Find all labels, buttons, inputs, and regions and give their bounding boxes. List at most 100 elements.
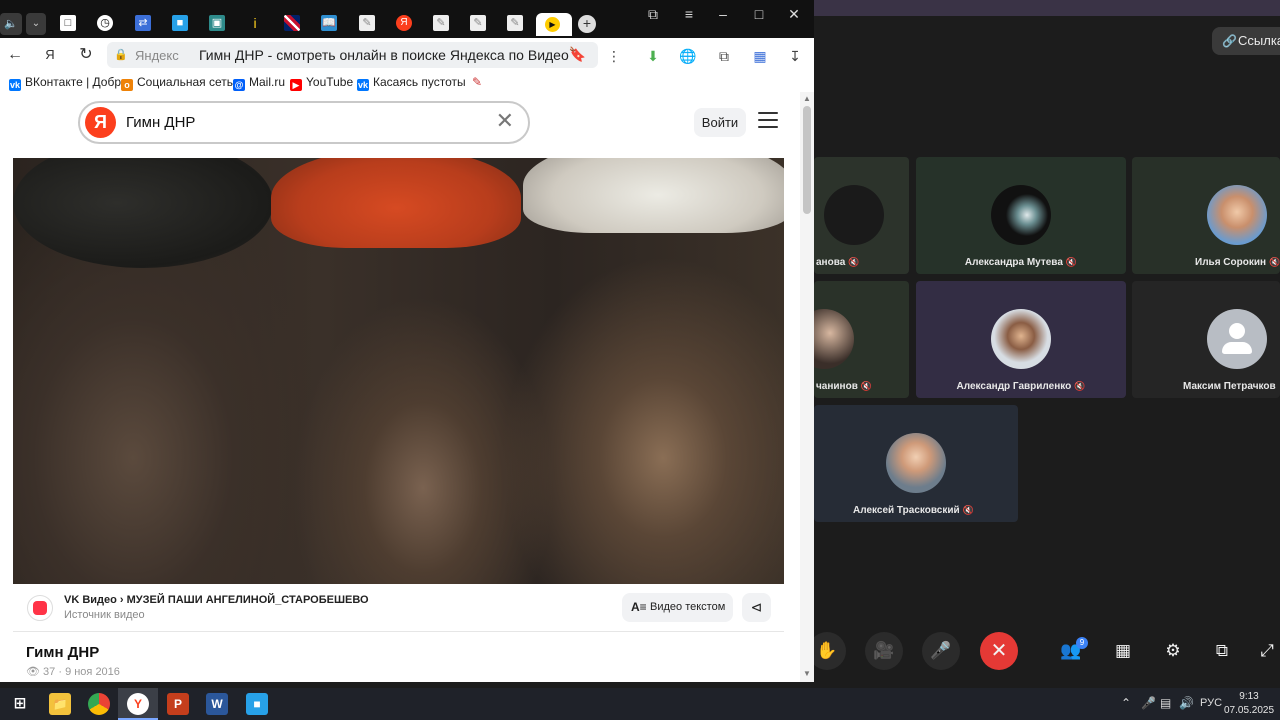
reload-button[interactable]: ↻ (77, 46, 95, 64)
fullscreen-button[interactable]: ⤢ (1254, 632, 1280, 670)
omnibox[interactable]: 🔒 Яндекс Гимн ДНР - смотреть онлайн в по… (107, 42, 598, 68)
video-source-title[interactable]: VK Видео › МУЗЕЙ ПАШИ АНГЕЛИНОЙ_СТАРОБЕШ… (64, 594, 369, 606)
share-button[interactable]: ⊲ (742, 593, 771, 622)
powerpoint-icon[interactable]: P (167, 693, 189, 715)
video-date: 9 ноя 2016 (65, 666, 120, 678)
settings-button[interactable]: ⚙ (1154, 632, 1192, 670)
yandex-home-button[interactable]: Я (41, 46, 59, 64)
participant-tile[interactable]: Алексей Трасковский 🔇 (814, 405, 1018, 522)
fullscreen-icon: ⤢ (1260, 641, 1274, 660)
maximize-button[interactable]: □ (749, 6, 769, 22)
tab-yandex-icon[interactable]: Я (396, 15, 412, 31)
bookmark-mailru[interactable]: @ Mail.ru (233, 75, 285, 91)
menu-icon[interactable]: ≡ (679, 6, 699, 22)
close-icon[interactable]: ✕ (496, 109, 514, 133)
camera-button[interactable]: 🎥 (865, 632, 903, 670)
video-frame-figure (271, 158, 521, 248)
tab-manager-icon[interactable]: ⧉ (643, 6, 663, 23)
file-explorer-icon[interactable]: 📁 (49, 693, 71, 715)
video-text-button[interactable]: A≡ Видео текстом (622, 593, 733, 622)
yandex-logo[interactable]: Я (85, 107, 116, 138)
participant-tile[interactable]: анова 🔇 (814, 157, 909, 274)
search-input[interactable]: Я Гимн ДНР ✕ (78, 101, 530, 144)
tab-translate-icon[interactable]: ⇄ (135, 15, 151, 31)
word-icon[interactable]: W (206, 693, 228, 715)
windows-start-icon[interactable]: ⊞ (9, 693, 31, 715)
bookmark-icon[interactable]: 🔖 (569, 46, 586, 63)
volume-icon[interactable]: 🔊 (1179, 696, 1194, 710)
participant-tile[interactable]: чанинов 🔇 (814, 281, 909, 398)
close-window-button[interactable]: ✕ (784, 6, 804, 23)
tab-image-icon[interactable]: ✎ (359, 15, 375, 31)
tab-site-icon[interactable]: ▣ (209, 15, 225, 31)
video-player[interactable] (13, 158, 784, 584)
network-icon[interactable]: ▤ (1160, 696, 1171, 710)
globe-icon[interactable]: 🌐 (679, 47, 697, 65)
participant-tile[interactable]: Илья Сорокин 🔇 (1132, 157, 1280, 274)
downloads-icon[interactable]: ↧ (786, 47, 804, 65)
tab-app-icon[interactable]: ■ (172, 15, 188, 31)
participant-tile[interactable]: Максим Петрачков (1132, 281, 1280, 398)
extension-icon[interactable]: ▦ (751, 47, 769, 65)
chrome-icon[interactable] (88, 693, 110, 715)
taskbar: ⊞ 📁 Y P W ■ ⌃ 🎤 ▤ 🔊 РУС 9:13 07.05.2025 (0, 688, 1280, 720)
tab-uk-flag-icon[interactable] (284, 15, 300, 31)
microphone-button[interactable]: 🎤 (922, 632, 960, 670)
default-user-icon (1207, 309, 1267, 369)
bookmark-youtube[interactable]: ▶ YouTube (290, 75, 353, 91)
video-meta: 👁 37 · 9 ноя 2016 (26, 666, 120, 678)
vk-icon: vk (9, 79, 21, 91)
video-frame-figure (523, 158, 784, 233)
active-tab[interactable]: ▶ (536, 13, 572, 36)
collections-icon[interactable]: ⧉ (715, 47, 733, 65)
copy-link-button[interactable]: 🔗Ссылка (1212, 27, 1280, 55)
back-button[interactable]: ← (6, 46, 24, 64)
new-tab-button[interactable]: + (578, 15, 596, 33)
tabs-dropdown-button[interactable]: ⌄ (26, 13, 46, 35)
participants-button[interactable]: 👥 9 (1052, 632, 1090, 670)
mic-off-icon: 🔇 (1074, 381, 1086, 391)
layout-button[interactable]: ▦ (1104, 632, 1142, 670)
end-call-button[interactable]: ✕ (980, 632, 1018, 670)
hamburger-menu-icon[interactable] (758, 112, 778, 132)
participant-name: чанинов (816, 381, 858, 392)
download-extension-icon[interactable]: ⬇ (644, 47, 662, 65)
messenger-icon[interactable]: ■ (246, 693, 268, 715)
tab-image-icon[interactable]: ✎ (433, 15, 449, 31)
scroll-thumb[interactable] (803, 106, 811, 214)
pip-button[interactable]: ⧉ (1203, 632, 1241, 670)
tab-image-icon[interactable]: ✎ (507, 15, 523, 31)
tab-image-icon[interactable]: ✎ (470, 15, 486, 31)
bookmark-vk-page[interactable]: vk Касаясь пустоты (357, 75, 466, 91)
participant-tile[interactable]: Александр Гавриленко 🔇 (916, 281, 1126, 398)
share-icon: ⊲ (750, 599, 763, 615)
tab-clock-icon[interactable]: ◷ (97, 15, 113, 31)
layout-icon: ▦ (1114, 641, 1132, 660)
mail-icon: @ (233, 79, 245, 91)
mic-icon: 🎤 (930, 641, 952, 660)
more-options-icon[interactable]: ⋮ (605, 47, 623, 65)
page-scrollbar[interactable]: ▲ ▼ (800, 92, 814, 682)
login-button[interactable]: Войти (694, 108, 746, 137)
minimize-button[interactable]: – (713, 6, 733, 22)
clock-time: 9:13 (1239, 691, 1259, 702)
microphone-tray-icon[interactable]: 🎤 (1141, 696, 1156, 710)
show-hidden-icons[interactable]: ⌃ (1121, 696, 1131, 710)
participant-tile[interactable]: Александра Мутева 🔇 (916, 157, 1126, 274)
audio-tab-button[interactable]: 🔈 (0, 13, 22, 35)
scroll-down-icon[interactable]: ▼ (803, 669, 811, 678)
bookmark-icon-only[interactable]: ✎ (472, 75, 482, 89)
scroll-up-icon[interactable]: ▲ (803, 94, 811, 103)
tab-book-icon[interactable]: 📖 (321, 15, 337, 31)
participant-name: Максим Петрачков (1183, 381, 1276, 392)
language-indicator[interactable]: РУС (1200, 697, 1222, 709)
bookmark-vk[interactable]: vk ВКонтакте | Добр (9, 75, 121, 91)
tab-document-icon[interactable]: □ (60, 15, 76, 31)
end-call-icon: ✕ (990, 640, 1008, 662)
video-source-subtitle: Источник видео (64, 609, 145, 621)
bookmark-social[interactable]: o Социальная сеть (121, 75, 233, 91)
tab-info-icon[interactable]: i (247, 15, 263, 31)
system-clock[interactable]: 9:13 07.05.2025 (1224, 690, 1274, 718)
taskbar-yandex-browser[interactable]: Y (118, 688, 158, 720)
camera-icon: 🎥 (873, 641, 895, 660)
